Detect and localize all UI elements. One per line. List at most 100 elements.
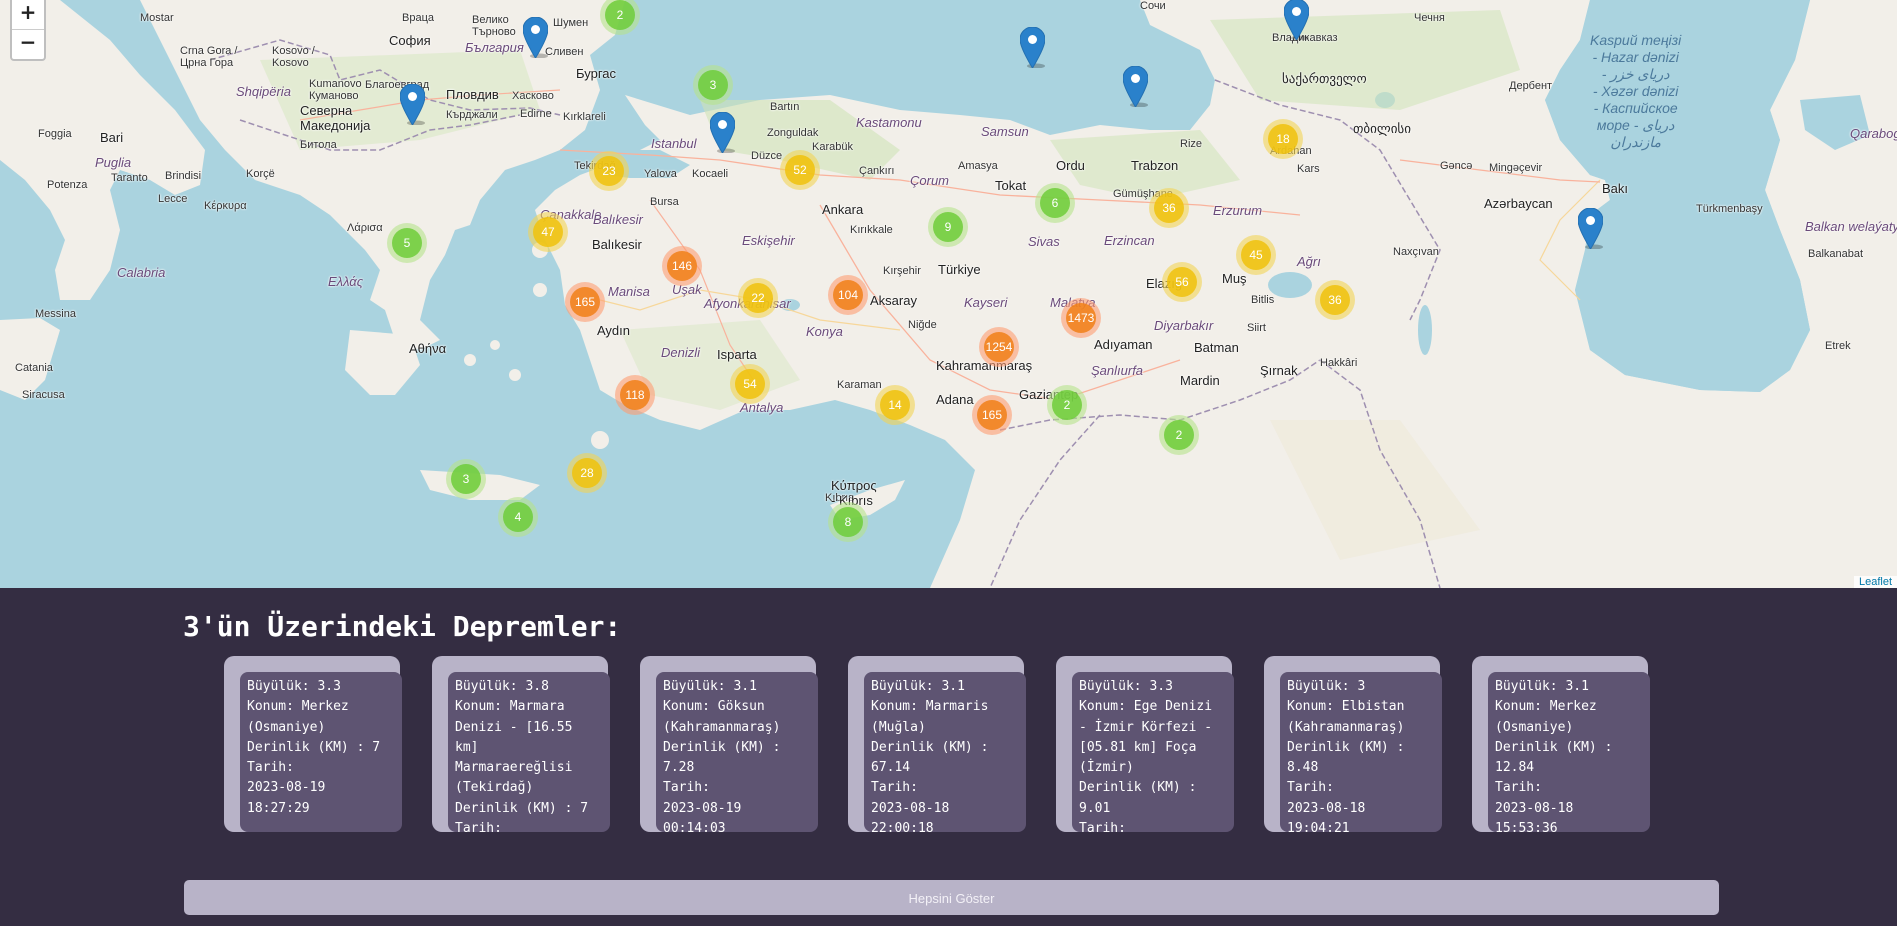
card-date: 2023-08-18 15:53:36	[1495, 800, 1574, 832]
zoom-out-button[interactable]: −	[12, 29, 44, 59]
earthquake-cluster-marker[interactable]: 2	[1047, 385, 1087, 425]
map-pin-icon[interactable]	[522, 16, 549, 59]
card-content: Büyülük: 3.8 Konum: Marmara Denizi - [16.…	[448, 672, 610, 832]
earthquake-card: Büyülük: 3.1 Konum: Merkez (Osmaniye) Deri…	[1472, 656, 1650, 846]
card-magnitude: Büyülük: 3.1	[663, 679, 757, 694]
earthquake-cluster-marker[interactable]: 14	[875, 385, 915, 425]
cluster-count: 5	[392, 228, 422, 258]
map-place-label: Ağrı	[1297, 254, 1321, 269]
earthquake-card: Büyülük: 3.8 Konum: Marmara Denizi - [16.…	[432, 656, 610, 846]
earthquake-cluster-marker[interactable]: 118	[615, 375, 655, 415]
map-place-label: Yalova	[644, 168, 677, 180]
map-place-label: Kars	[1297, 163, 1320, 175]
earthquake-cluster-marker[interactable]: 3	[693, 65, 733, 105]
earthquake-cluster-marker[interactable]: 28	[567, 453, 607, 493]
card-depth: Derinlik (KM) : 7	[247, 739, 381, 755]
earthquake-cluster-marker[interactable]: 18	[1263, 119, 1303, 159]
map-place-label: Trabzon	[1131, 158, 1179, 173]
earthquake-cluster-marker[interactable]: 56	[1162, 262, 1202, 302]
map-place-label: Karaman	[837, 379, 882, 391]
card-content: Büyülük: 3.1 Konum: Göksun (Kahramanmaraş…	[656, 672, 818, 832]
show-all-button[interactable]: Hepsini Göster	[184, 880, 1719, 915]
earthquake-cluster-marker[interactable]: 6	[1035, 183, 1075, 223]
card-date: 2023-08-18 19:04:21	[1287, 800, 1366, 832]
map-pin-icon[interactable]	[1283, 0, 1310, 41]
map-place-label: Gəncə	[1440, 160, 1473, 172]
map-place-label: Manisa	[608, 284, 650, 299]
cluster-count: 2	[1052, 390, 1082, 420]
earthquake-cluster-marker[interactable]: 146	[662, 246, 702, 286]
map-place-label: Erzincan	[1104, 233, 1155, 248]
map-place-label: Zonguldak	[767, 127, 819, 139]
map-pin-icon[interactable]	[1019, 26, 1046, 69]
map-place-label: Messina	[35, 308, 76, 320]
map-place-label: Aksaray	[870, 293, 917, 308]
map-place-label: Edirne	[520, 108, 552, 120]
earthquake-cluster-marker[interactable]: 4	[498, 497, 538, 537]
earthquake-cluster-marker[interactable]: 1254	[979, 327, 1019, 367]
map-place-label: Şanlıurfa	[1091, 363, 1144, 378]
map-pin-icon[interactable]	[399, 83, 426, 126]
map-place-label: Çorum	[910, 173, 950, 188]
card-date-label: Tarih:	[1079, 821, 1126, 832]
cluster-count: 14	[880, 390, 910, 420]
cluster-count: 18	[1268, 124, 1298, 154]
map-place-label: Etrek	[1825, 340, 1851, 352]
map-attribution-link[interactable]: Leaflet	[1853, 576, 1897, 588]
map-place-label: საქართველო	[1282, 71, 1367, 86]
earthquake-cluster-marker[interactable]: 22	[738, 278, 778, 318]
cluster-count: 3	[451, 464, 481, 494]
map-place-label: Mostar	[140, 12, 174, 24]
earthquake-cluster-marker[interactable]: 36	[1315, 280, 1355, 320]
map-place-label: Şırnak	[1260, 363, 1298, 378]
earthquake-cluster-marker[interactable]: 1473	[1061, 298, 1101, 338]
cluster-count: 28	[572, 458, 602, 488]
earthquake-cluster-marker[interactable]: 3	[446, 459, 486, 499]
earthquake-cluster-marker[interactable]: 9	[928, 207, 968, 247]
earthquake-cluster-marker[interactable]: 104	[828, 275, 868, 315]
card-depth: Derinlik (KM) : 12.84	[1495, 739, 1613, 776]
map-place-label: Isparta	[717, 347, 757, 362]
card-depth: Derinlik (KM) : 8.48	[1287, 739, 1405, 776]
map-place-label: Κέρκυρα	[204, 200, 247, 212]
map-place-label: Битола	[300, 139, 337, 151]
cluster-count: 23	[594, 156, 624, 186]
cluster-count: 36	[1320, 285, 1350, 315]
earthquake-map[interactable]: MostarВрaцаВелико ТърновоШуменСочиВладик…	[0, 0, 1897, 588]
earthquake-card: Büyülük: 3 Konum: Elbistan (Kahramanmaraş…	[1264, 656, 1442, 846]
earthquake-cluster-marker[interactable]: 165	[972, 395, 1012, 435]
card-magnitude: Büyülük: 3.1	[871, 679, 965, 694]
earthquake-cluster-marker[interactable]: 5	[387, 223, 427, 263]
map-place-label: Αθήνα	[409, 341, 447, 356]
zoom-in-button[interactable]: +	[12, 0, 44, 29]
map-pin-icon[interactable]	[1122, 65, 1149, 108]
earthquake-cluster-marker[interactable]: 2	[1159, 415, 1199, 455]
map-pin-icon[interactable]	[709, 111, 736, 154]
earthquake-cluster-marker[interactable]: 8	[828, 502, 868, 542]
earthquake-cluster-marker[interactable]: 36	[1149, 188, 1189, 228]
map-place-label: Crna Gora / Црна Гора	[180, 45, 238, 69]
map-place-label: თბილისი	[1353, 121, 1411, 136]
earthquake-cluster-marker[interactable]: 165	[565, 282, 605, 322]
cluster-count: 2	[605, 0, 635, 30]
cluster-count: 52	[785, 155, 815, 185]
map-place-label: Karabük	[812, 141, 853, 153]
cluster-count: 1473	[1066, 303, 1096, 333]
map-place-label: Balkanabat	[1808, 248, 1864, 260]
cluster-count: 165	[570, 287, 600, 317]
earthquake-cluster-marker[interactable]: 52	[780, 150, 820, 190]
earthquake-cluster-marker[interactable]: 45	[1236, 235, 1276, 275]
cluster-count: 2	[1164, 420, 1194, 450]
card-magnitude: Büyülük: 3.8	[455, 679, 549, 694]
map-place-label: Kırşehir	[883, 265, 921, 277]
earthquake-cluster-marker[interactable]: 23	[589, 151, 629, 191]
cluster-count: 8	[833, 507, 863, 537]
map-place-label: Muş	[1222, 271, 1247, 286]
map-place-label: Denizli	[661, 345, 701, 360]
earthquake-cluster-marker[interactable]: 54	[730, 364, 770, 404]
cluster-count: 54	[735, 369, 765, 399]
cluster-count: 4	[503, 502, 533, 532]
earthquake-cluster-marker[interactable]: 47	[528, 212, 568, 252]
map-place-label: Северна Македонија	[300, 103, 371, 133]
map-pin-icon[interactable]	[1577, 207, 1604, 250]
